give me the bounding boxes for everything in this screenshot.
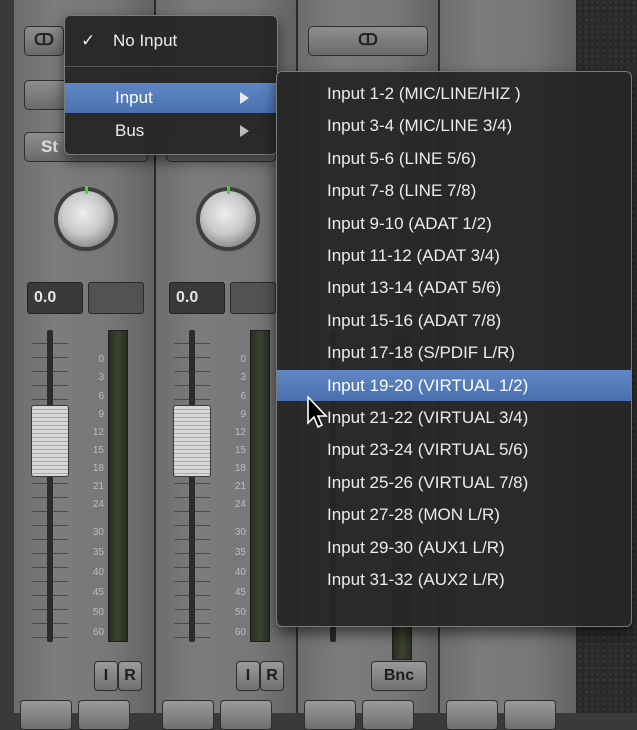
mute-button-4[interactable] xyxy=(446,700,498,730)
submenu-item[interactable]: Input 13-14 (ADAT 5/6) xyxy=(277,272,631,303)
fader-rail-1 xyxy=(47,330,53,642)
bus-label: Bus xyxy=(115,121,145,140)
link-button-1[interactable]: ↀ xyxy=(24,26,64,56)
link-circles-icon: ↀ xyxy=(34,32,54,49)
volume-value-1[interactable]: 0.0 xyxy=(27,282,83,314)
pan-knob-1[interactable] xyxy=(58,191,114,247)
record-enable-button-2[interactable]: R xyxy=(260,661,284,691)
empty-slot-2[interactable] xyxy=(230,282,276,314)
submenu-item[interactable]: Input 27-28 (MON L/R) xyxy=(277,499,631,530)
submenu-item[interactable]: Input 15-16 (ADAT 7/8) xyxy=(277,305,631,336)
mute-button-2[interactable] xyxy=(162,700,214,730)
submenu-item[interactable]: Input 9-10 (ADAT 1/2) xyxy=(277,208,631,239)
submenu-item[interactable]: Input 23-24 (VIRTUAL 5/6) xyxy=(277,434,631,465)
submenu-item[interactable]: Input 31-32 (AUX2 L/R) xyxy=(277,564,631,595)
bounce-button[interactable]: Bnc xyxy=(371,661,427,691)
submenu-item[interactable]: Input 19-20 (VIRTUAL 1/2) xyxy=(277,369,631,401)
solo-button-2[interactable] xyxy=(220,700,272,730)
input-label: Input xyxy=(115,88,153,107)
input-submenu: Input 1-2 (MIC/LINE/HIZ ) Input 3-4 (MIC/… xyxy=(276,71,632,627)
solo-button-3[interactable] xyxy=(362,700,414,730)
input-monitor-button-2[interactable]: I xyxy=(236,661,260,691)
volume-fader-2[interactable] xyxy=(173,405,211,477)
solo-button-4[interactable] xyxy=(504,700,556,730)
pan-knob-2[interactable] xyxy=(200,191,256,247)
link-button-3[interactable]: ↀ xyxy=(308,26,428,56)
solo-button-1[interactable] xyxy=(78,700,130,730)
meter-scale-2: 03 69 12 15 18 21 24 30 35 40 45 50 60 xyxy=(234,354,246,638)
menu-item-no-input[interactable]: ✓ No Input xyxy=(65,26,277,56)
no-input-label: No Input xyxy=(113,31,178,50)
menu-item-input[interactable]: Input xyxy=(65,83,277,113)
submenu-item[interactable]: Input 3-4 (MIC/LINE 3/4) xyxy=(277,110,631,141)
empty-slot-1[interactable] xyxy=(88,282,144,314)
mouse-pointer-icon xyxy=(307,396,328,429)
submenu-arrow-icon xyxy=(240,125,249,137)
input-monitor-button-1[interactable]: I xyxy=(94,661,118,691)
level-meter-2 xyxy=(250,330,270,642)
input-slot-button-1[interactable] xyxy=(24,80,68,110)
checkmark-icon: ✓ xyxy=(81,31,96,50)
level-meter-1 xyxy=(108,330,128,642)
mute-button-1[interactable] xyxy=(20,700,72,730)
mute-button-3[interactable] xyxy=(304,700,356,730)
submenu-item[interactable]: Input 29-30 (AUX1 L/R) xyxy=(277,532,631,563)
volume-value-2[interactable]: 0.0 xyxy=(169,282,225,314)
volume-fader-1[interactable] xyxy=(31,405,69,477)
submenu-item[interactable]: Input 11-12 (ADAT 3/4) xyxy=(277,240,631,271)
fader-rail-2 xyxy=(189,330,195,642)
submenu-item[interactable]: Input 5-6 (LINE 5/6) xyxy=(277,143,631,174)
link-circles-icon: ↀ xyxy=(358,32,378,49)
pan-knob-marker xyxy=(85,186,88,194)
submenu-item[interactable]: Input 17-18 (S/PDIF L/R) xyxy=(277,337,631,368)
menu-separator xyxy=(65,66,277,67)
setting-label: St xyxy=(41,137,58,156)
input-menu: ✓ No Input Input Bus xyxy=(64,15,278,155)
submenu-item[interactable]: Input 25-26 (VIRTUAL 7/8) xyxy=(277,467,631,498)
pan-knob-marker xyxy=(227,186,230,194)
menu-item-bus[interactable]: Bus xyxy=(65,116,277,146)
submenu-item[interactable]: Input 7-8 (LINE 7/8) xyxy=(277,175,631,206)
submenu-item[interactable]: Input 21-22 (VIRTUAL 3/4) xyxy=(277,402,631,433)
record-enable-button-1[interactable]: R xyxy=(118,661,142,691)
submenu-arrow-icon xyxy=(240,92,249,104)
submenu-item[interactable]: Input 1-2 (MIC/LINE/HIZ ) xyxy=(277,78,631,109)
meter-scale-1: 03 69 12 15 18 21 24 30 35 40 45 50 60 xyxy=(92,354,104,638)
